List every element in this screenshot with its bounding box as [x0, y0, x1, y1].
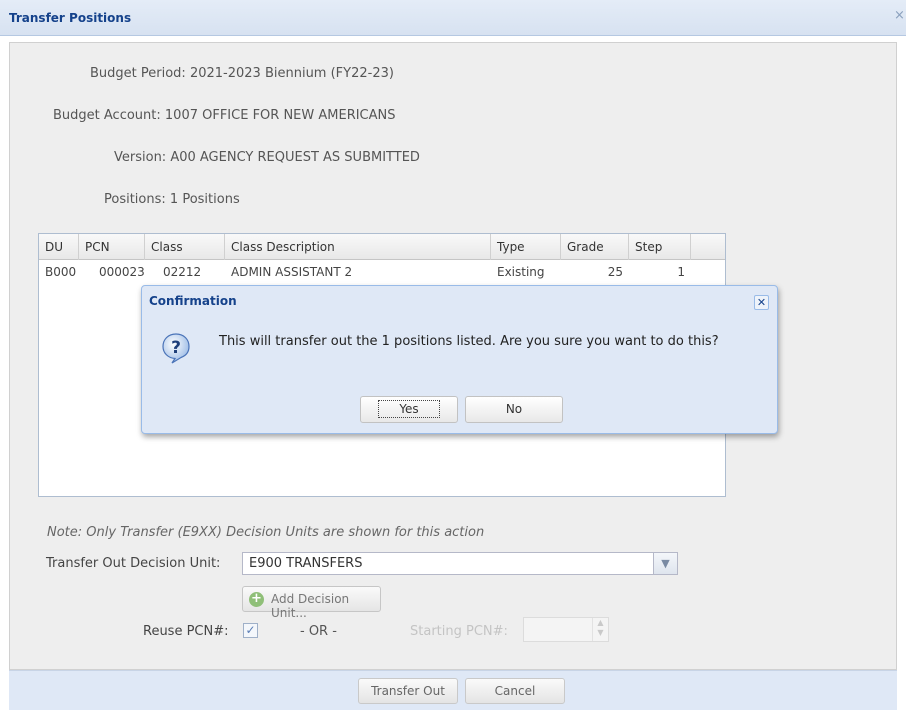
- budget-account-row: Budget Account: 1007 OFFICE FOR NEW AMER…: [53, 108, 396, 123]
- cell-pcn: 000023: [99, 265, 145, 279]
- reuse-pcn-label: Reuse PCN#:: [143, 624, 229, 639]
- cell-type: Existing: [497, 265, 545, 279]
- yes-button[interactable]: Yes: [360, 396, 458, 423]
- column-header-grade[interactable]: Grade: [561, 234, 629, 260]
- decision-unit-select[interactable]: E900 TRANSFERS ▼: [242, 552, 678, 575]
- reuse-pcn-checkbox[interactable]: ✓: [243, 623, 258, 638]
- window-header: Transfer Positions ×: [0, 0, 906, 36]
- close-icon[interactable]: ×: [894, 9, 906, 23]
- decision-unit-value: E900 TRANSFERS: [249, 556, 363, 571]
- cell-class: 02212: [163, 265, 202, 279]
- confirmation-dialog: Confirmation ✕ ? This will transfer out …: [141, 285, 778, 434]
- positions-label: Positions:: [104, 192, 166, 207]
- column-header-class[interactable]: Class: [145, 234, 225, 260]
- no-button[interactable]: No: [465, 396, 563, 423]
- window-title: Transfer Positions: [9, 11, 132, 25]
- plus-icon: +: [249, 592, 264, 607]
- cancel-button[interactable]: Cancel: [465, 678, 565, 704]
- yes-button-label: Yes: [378, 400, 440, 418]
- version-value: A00 AGENCY REQUEST AS SUBMITTED: [170, 150, 420, 165]
- decision-unit-note: Note: Only Transfer (E9XX) Decision Unit…: [47, 525, 485, 540]
- budget-account-value: 1007 OFFICE FOR NEW AMERICANS: [164, 108, 396, 123]
- svg-text:?: ?: [171, 338, 181, 358]
- cell-grade: 25: [607, 265, 623, 279]
- confirmation-title: Confirmation: [149, 294, 237, 308]
- budget-period-row: Budget Period: 2021-2023 Biennium (FY22-…: [90, 66, 394, 81]
- starting-pcn-label: Starting PCN#:: [410, 624, 508, 639]
- question-icon: ?: [162, 333, 190, 364]
- column-header-step[interactable]: Step: [629, 234, 691, 260]
- spinner-icon[interactable]: ▲ ▼: [592, 618, 608, 641]
- starting-pcn-input[interactable]: ▲ ▼: [523, 617, 609, 642]
- confirmation-message: This will transfer out the 1 positions l…: [219, 334, 719, 349]
- transfer-out-button[interactable]: Transfer Out: [358, 678, 458, 704]
- budget-period-label: Budget Period:: [90, 66, 186, 81]
- column-header-class-description[interactable]: Class Description: [225, 234, 491, 260]
- column-header-pcn[interactable]: PCN: [79, 234, 145, 260]
- cell-du: B000: [45, 265, 77, 279]
- budget-account-label: Budget Account:: [53, 108, 161, 123]
- add-decision-unit-button[interactable]: + Add Decision Unit...: [242, 586, 381, 620]
- column-header-du[interactable]: DU: [39, 234, 79, 260]
- version-row: Version: A00 AGENCY REQUEST AS SUBMITTED: [114, 150, 420, 165]
- version-label: Version:: [114, 150, 167, 165]
- positions-value: 1 Positions: [169, 192, 240, 207]
- close-icon[interactable]: ✕: [754, 295, 769, 310]
- chevron-down-icon[interactable]: ▼: [653, 553, 677, 574]
- column-header-type[interactable]: Type: [491, 234, 561, 260]
- grid-header: DU PCN Class Class Description Type Grad…: [39, 234, 725, 260]
- cell-class-description: ADMIN ASSISTANT 2: [231, 265, 353, 279]
- or-label: - OR -: [300, 624, 337, 639]
- add-decision-unit-label: Add Decision Unit...: [271, 592, 350, 620]
- positions-row: Positions: 1 Positions: [104, 192, 240, 207]
- cell-step: 1: [677, 265, 685, 279]
- decision-unit-label: Transfer Out Decision Unit:: [46, 556, 221, 571]
- budget-period-value: 2021-2023 Biennium (FY22-23): [189, 66, 394, 81]
